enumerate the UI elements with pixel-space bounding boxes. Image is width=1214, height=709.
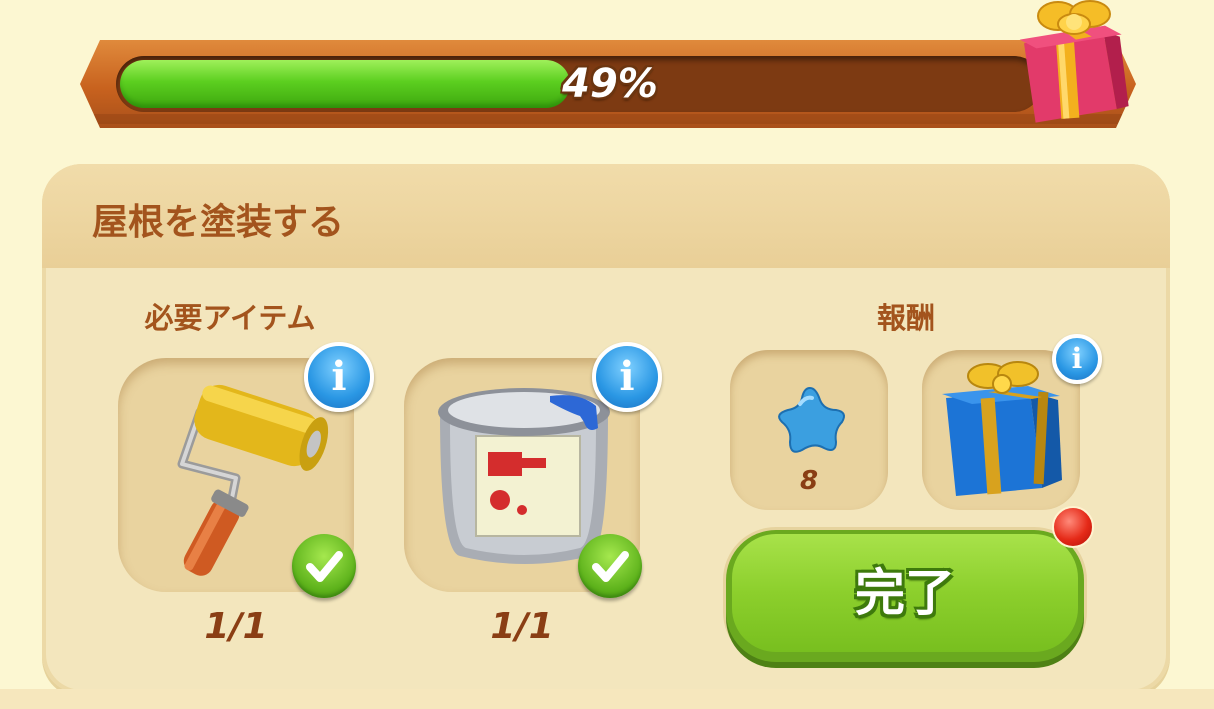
required-item-count: 1/1 [204, 606, 268, 647]
blue-gift-box-icon [942, 361, 1062, 496]
info-icon[interactable]: i [592, 342, 662, 412]
complete-button-face: 完了 [732, 534, 1078, 652]
required-item-slot[interactable]: i [118, 342, 374, 598]
reward-label: 報酬 [876, 301, 935, 335]
reward-count: 8 [799, 466, 819, 496]
reward-slot[interactable]: i [922, 334, 1102, 510]
task-title: 屋根を塗装する [92, 202, 345, 243]
complete-button[interactable]: 完了 [726, 530, 1084, 662]
info-icon[interactable]: i [304, 342, 374, 412]
required-items-label: 必要アイテム [144, 301, 316, 335]
progress-bar-fill [120, 60, 570, 108]
blue-star-icon [778, 386, 845, 453]
required-item-count: 1/1 [490, 606, 554, 647]
info-icon[interactable]: i [1052, 334, 1102, 384]
notification-dot [1052, 506, 1094, 548]
reward-slot[interactable]: 8 [730, 350, 888, 510]
milestone-gift-icon[interactable] [1010, 0, 1134, 130]
checkmark-icon [292, 534, 356, 598]
required-item-slot[interactable]: i [404, 342, 662, 598]
complete-button-label: 完了 [855, 564, 955, 622]
bottom-strip [0, 689, 1214, 709]
checkmark-icon [578, 534, 642, 598]
progress-percent-label: 49% [562, 61, 658, 107]
